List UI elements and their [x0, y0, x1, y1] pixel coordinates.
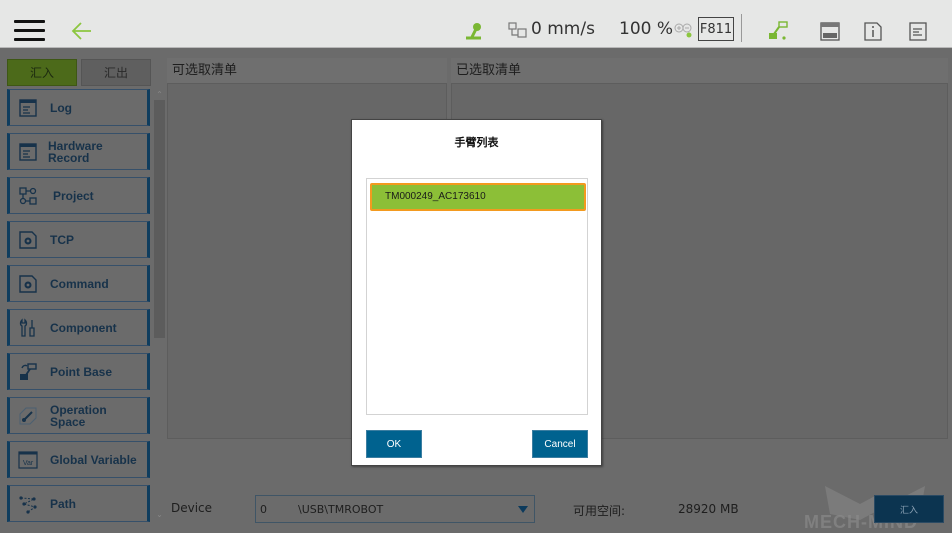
- sidebar-item-global-variable[interactable]: Var Global Variable: [7, 441, 150, 478]
- sidebar-item-label: Project: [53, 188, 94, 203]
- dialog-title: 手臂列表: [454, 136, 499, 149]
- device-path: \USB\TMROBOT: [298, 503, 384, 516]
- label-line-1: Operation: [50, 402, 107, 417]
- sidebar-item-operation-space[interactable]: Operation Space: [7, 397, 150, 434]
- arm-list-dialog: 手臂列表 TM000249_AC173610 OK Cancel: [351, 119, 602, 466]
- free-space-value: 28920 MB: [678, 502, 739, 516]
- chevron-down-icon: [518, 506, 528, 513]
- scrollbar-thumb[interactable]: [154, 100, 165, 338]
- robot-arm-icon[interactable]: [767, 21, 789, 41]
- command-gear-icon: [19, 275, 37, 293]
- sidebar-item-tcp[interactable]: TCP: [7, 221, 150, 258]
- sidebar-item-label: Operation Space: [50, 404, 107, 428]
- tcp-gear-icon: [19, 231, 37, 249]
- svg-text:Var: Var: [23, 460, 34, 467]
- sidebar-item-label: Path: [50, 496, 77, 511]
- tab-import[interactable]: 汇入: [7, 59, 77, 86]
- available-list-header: 可选取清单: [167, 58, 447, 83]
- list-item[interactable]: TM000249_AC173610: [370, 183, 586, 211]
- import-button[interactable]: 汇入: [874, 495, 944, 523]
- scroll-up-icon[interactable]: ⌃: [154, 90, 165, 100]
- sidebar-item-label: Point Base: [50, 364, 113, 379]
- sidebar-item-point-base[interactable]: Point Base: [7, 353, 150, 390]
- speed-percent: 100 %: [619, 19, 674, 39]
- sidebar-item-label: Command: [50, 276, 109, 291]
- component-tools-icon: [19, 318, 35, 337]
- sidebar-item-label: TCP: [50, 232, 74, 247]
- hardware-record-icon: [19, 143, 37, 161]
- selected-list-header: 已选取清单: [451, 58, 948, 83]
- sidebar-item-component[interactable]: Component: [7, 309, 150, 346]
- ok-button[interactable]: OK: [366, 430, 422, 458]
- sidebar-scrollbar[interactable]: ⌃ ⌄: [154, 90, 165, 520]
- operation-space-icon: [19, 407, 37, 425]
- sidebar-item-label: Hardware Record: [48, 138, 103, 165]
- firmware-badge: F811: [698, 17, 734, 41]
- scroll-down-icon[interactable]: ⌄: [154, 510, 165, 520]
- label-line-2: Space: [50, 414, 86, 429]
- back-arrow-icon[interactable]: [71, 20, 93, 42]
- log-icon: [19, 99, 37, 117]
- robot-status-icon[interactable]: [463, 22, 485, 40]
- sidebar-list: Log Hardware Record Project TCP Command …: [7, 89, 150, 529]
- device-index: 0: [260, 503, 267, 516]
- sidebar-item-log[interactable]: Log: [7, 89, 150, 126]
- tab-export[interactable]: 汇出: [81, 59, 151, 86]
- sidebar-item-hardware-record[interactable]: Hardware Record: [7, 133, 150, 170]
- path-icon: [19, 496, 37, 514]
- top-bar: 0 mm/s 100 % F811: [0, 0, 952, 48]
- point-base-icon: [20, 363, 37, 380]
- divider: [741, 14, 742, 42]
- arm-list[interactable]: TM000249_AC173610: [366, 178, 588, 415]
- project-flow-icon: [19, 187, 37, 205]
- sidebar-item-label: Component: [50, 320, 117, 335]
- info-icon[interactable]: [864, 22, 882, 41]
- log-icon[interactable]: [909, 22, 927, 41]
- display-icon[interactable]: [820, 22, 840, 41]
- menu-icon[interactable]: [14, 20, 45, 42]
- speed-icon: [508, 22, 527, 38]
- cancel-button[interactable]: Cancel: [532, 430, 588, 458]
- device-select[interactable]: 0 \USB\TMROBOT: [255, 495, 535, 523]
- sidebar-item-command[interactable]: Command: [7, 265, 150, 302]
- sidebar-item-path[interactable]: Path: [7, 485, 150, 522]
- speed-readout: 0 mm/s: [531, 19, 595, 39]
- sidebar-item-label: Global Variable: [50, 452, 137, 467]
- zoom-in-out-icon[interactable]: [674, 22, 694, 38]
- sidebar-item-label: Log: [50, 100, 72, 115]
- sidebar-item-project[interactable]: Project: [7, 177, 150, 214]
- global-variable-icon: Var: [18, 451, 38, 469]
- sidebar-tabs: 汇入 汇出: [7, 59, 151, 86]
- device-label: Device: [171, 501, 213, 515]
- free-space-label: 可用空间:: [573, 504, 626, 518]
